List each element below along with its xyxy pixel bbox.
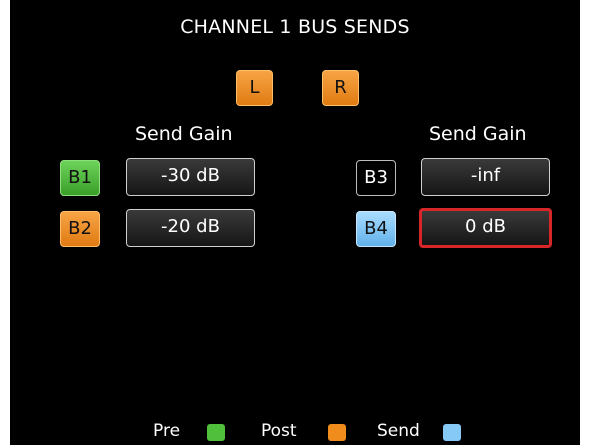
- pan-left-button[interactable]: L: [236, 70, 273, 106]
- bus-sends-screen: CHANNEL 1 BUS SENDS L R Send Gain Send G…: [10, 0, 580, 445]
- bus-b3-button[interactable]: B3: [356, 160, 396, 196]
- bus-b4-button[interactable]: B4: [356, 211, 396, 247]
- bus-b3-gain-field[interactable]: -inf: [421, 158, 550, 196]
- bus-b2-gain-field[interactable]: -20 dB: [126, 209, 255, 247]
- legend-send-label: Send: [377, 421, 420, 441]
- legend-send-swatch: [443, 424, 461, 441]
- bus-b1-gain-field[interactable]: -30 dB: [126, 158, 255, 196]
- legend-post-swatch: [328, 424, 346, 441]
- bus-b1-button[interactable]: B1: [60, 160, 100, 196]
- legend-post-label: Post: [261, 421, 297, 441]
- bus-b4-gain-field-selected[interactable]: 0 dB: [419, 208, 552, 248]
- pan-right-button[interactable]: R: [322, 70, 359, 106]
- right-send-gain-heading: Send Gain: [429, 123, 527, 145]
- legend-pre-label: Pre: [153, 421, 181, 441]
- legend-pre-swatch: [207, 424, 225, 441]
- page-title: CHANNEL 1 BUS SENDS: [180, 16, 410, 38]
- left-send-gain-heading: Send Gain: [135, 123, 233, 145]
- bus-b2-button[interactable]: B2: [60, 211, 100, 247]
